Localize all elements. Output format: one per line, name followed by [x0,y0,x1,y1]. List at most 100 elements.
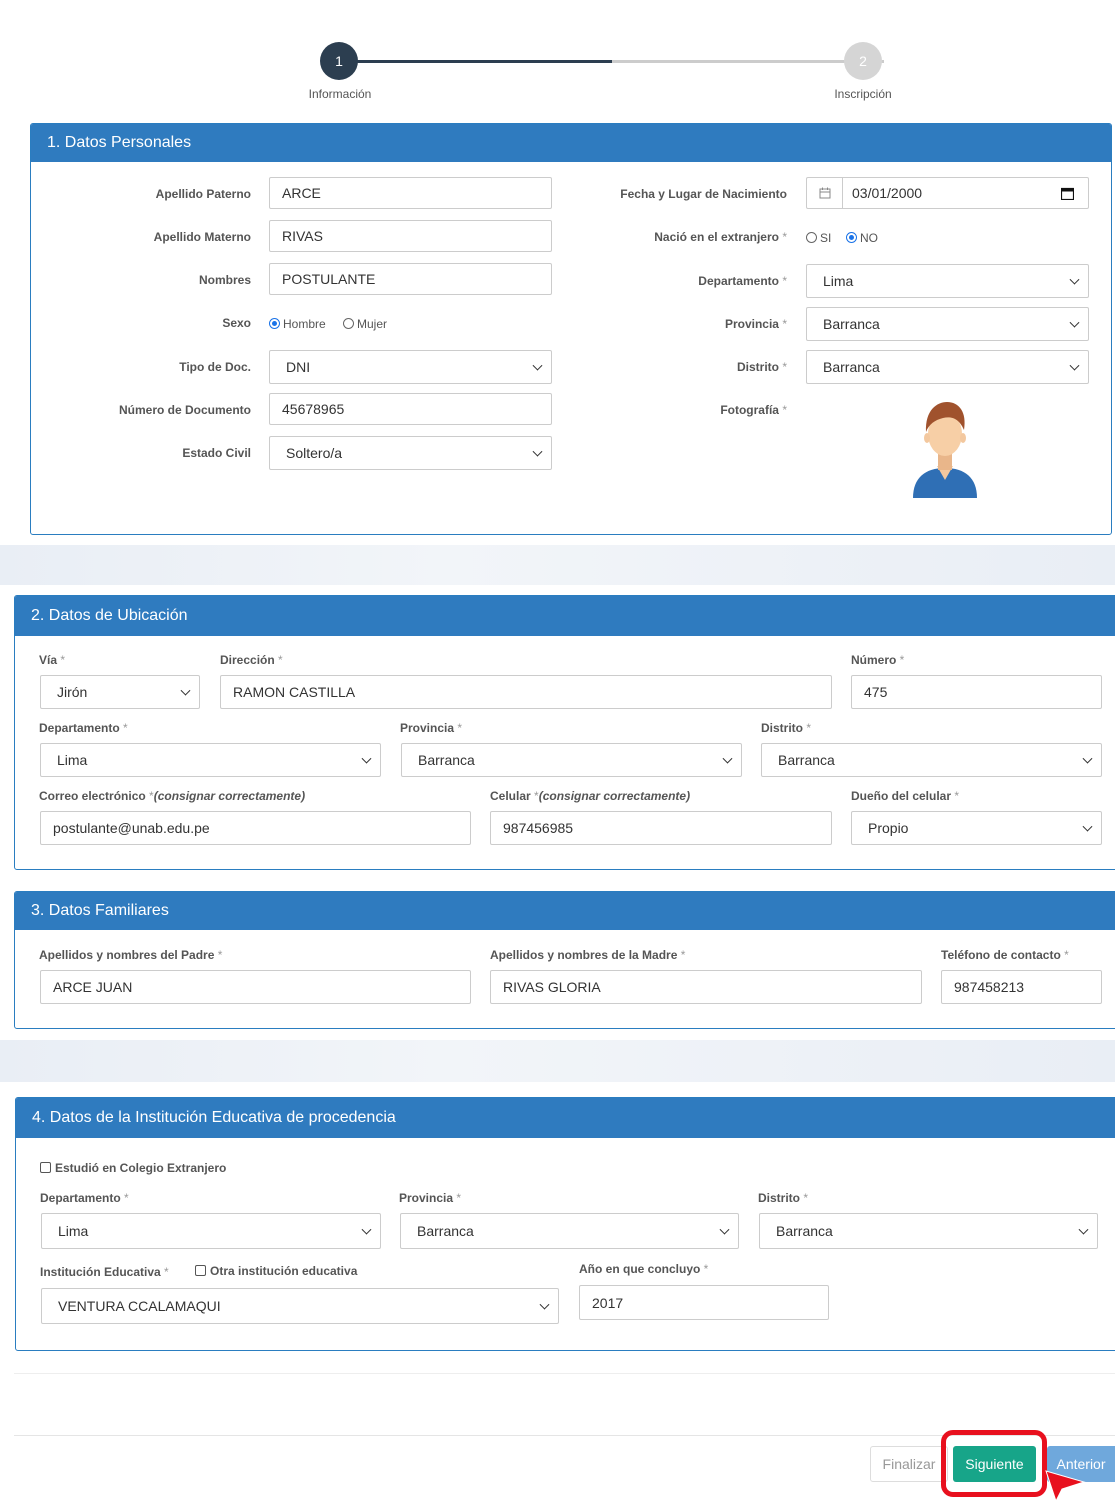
departamento-label-text: Departamento [698,274,779,288]
ub-departamento-select[interactable]: Lima [40,743,381,777]
direccion-value: RAMON CASTILLA [233,684,356,700]
fotografia-label: Fotografía * [720,403,787,417]
numero-label: Número * [851,653,905,667]
date-picker-icon[interactable] [1060,187,1075,203]
madre-value: RIVAS GLORIA [503,979,601,995]
finalizar-label: Finalizar [882,1456,936,1472]
telefono-input[interactable]: 987458213 [941,970,1102,1004]
correo-input[interactable]: postulante@unab.edu.pe [40,811,471,845]
dueno-select[interactable]: Propio [851,811,1102,845]
background-band [0,545,1115,585]
chevron-down-icon [722,753,733,764]
via-select[interactable]: Jirón [40,675,200,709]
colegio-extranjero-label: Estudió en Colegio Extranjero [55,1161,227,1175]
padre-input[interactable]: ARCE JUAN [40,970,471,1004]
chevron-down-icon [539,1299,550,1310]
extranjero-option-no[interactable]: NO [846,231,878,245]
chevron-down-icon [1082,753,1093,764]
numero-value: 475 [864,684,888,700]
provincia-select[interactable]: Barranca [806,307,1089,341]
via-value: Jirón [57,684,88,700]
fecha-nac-input[interactable]: 03/01/2000 [806,177,1089,209]
ie-label: Institución Educativa * [40,1265,169,1279]
ie-provincia-label-text: Provincia [399,1191,454,1205]
chevron-down-icon [719,1224,730,1235]
ub-provincia-label: Provincia * [400,721,463,735]
ie-departamento-label: Departamento * [40,1191,129,1205]
estado-civil-select[interactable]: Soltero/a [269,436,552,470]
chevron-down-icon [361,753,372,764]
chevron-down-icon [532,360,543,371]
step-2-circle[interactable]: 2 [844,42,882,80]
ie-select[interactable]: VENTURA CCALAMAQUI [41,1288,559,1324]
direccion-label: Dirección * [220,653,283,667]
step-1-circle[interactable]: 1 [320,42,358,80]
sexo-option-mujer-label: Mujer [357,317,388,331]
correo-label: Correo electrónico *(consignar correctam… [39,789,306,803]
direccion-input[interactable]: RAMON CASTILLA [220,675,832,709]
celular-label: Celular *(consignar correctamente) [490,789,691,803]
direccion-label-text: Dirección [220,653,275,667]
checkbox-icon [40,1162,51,1173]
numero-doc-input[interactable]: 45678965 [269,393,552,425]
otra-institucion-checkbox[interactable]: Otra institución educativa [195,1264,357,1278]
ie-departamento-label-text: Departamento [40,1191,121,1205]
colegio-extranjero-checkbox[interactable]: Estudió en Colegio Extranjero [40,1161,226,1175]
chevron-down-icon [1069,274,1080,285]
ie-distrito-select[interactable]: Barranca [759,1213,1098,1249]
via-label-text: Vía [39,653,58,667]
sexo-option-hombre[interactable]: Hombre [269,317,326,331]
radio-unchecked-icon [343,318,354,329]
estado-civil-label: Estado Civil [182,446,251,460]
apellido-paterno-input[interactable]: ARCE [269,177,552,209]
extranjero-option-si[interactable]: SI [806,231,831,245]
extranjero-option-no-label: NO [860,231,878,245]
ub-provincia-select[interactable]: Barranca [401,743,742,777]
correo-label-text: Correo electrónico [39,789,146,803]
apellido-materno-input[interactable]: RIVAS [269,220,552,252]
location-data-header: 2. Datos de Ubicación [15,596,1115,636]
distrito-label-text: Distrito [736,360,779,374]
family-data-title: 3. Datos Familiares [31,902,169,919]
location-data-card: 2. Datos de Ubicación Vía * Jirón Direcc… [14,595,1115,870]
personal-data-card: 1. Datos Personales Apellido Paterno ARC… [30,123,1112,535]
celular-input[interactable]: 987456985 [490,811,832,845]
finalizar-button[interactable]: Finalizar [870,1446,948,1482]
numero-input[interactable]: 475 [851,675,1102,709]
extranjero-label: Nació en el extranjero * [654,230,787,244]
telefono-value: 987458213 [954,979,1025,995]
tipo-doc-label: Tipo de Doc. [179,360,251,374]
ub-distrito-select[interactable]: Barranca [761,743,1102,777]
radio-checked-icon [269,318,280,329]
nombres-value: POSTULANTE [282,271,376,287]
personal-data-title: 1. Datos Personales [47,134,192,151]
madre-input[interactable]: RIVAS GLORIA [490,970,922,1004]
numero-label-text: Número [851,653,897,667]
chevron-down-icon [361,1224,372,1235]
extranjero-option-si-label: SI [820,231,832,245]
ub-departamento-label-text: Departamento [39,721,120,735]
siguiente-label: Siguiente [965,1456,1024,1472]
anio-value: 2017 [592,1294,624,1311]
ub-departamento-value: Lima [57,752,88,768]
telefono-label: Teléfono de contacto * [941,948,1069,962]
avatar[interactable] [909,396,981,502]
radio-checked-icon [846,232,857,243]
sexo-option-mujer[interactable]: Mujer [343,317,387,331]
stepper-line-complete [355,60,612,63]
distrito-select[interactable]: Barranca [806,350,1089,384]
dueno-value: Propio [868,820,909,836]
dueno-label-text: Dueño del celular [851,789,952,803]
tipo-doc-select[interactable]: DNI [269,350,552,384]
departamento-select[interactable]: Lima [806,264,1089,298]
distrito-label: Distrito * [736,360,787,374]
ie-provincia-select[interactable]: Barranca [400,1213,739,1249]
location-data-title: 2. Datos de Ubicación [31,607,188,624]
siguiente-button[interactable]: Siguiente [953,1446,1036,1482]
ie-departamento-select[interactable]: Lima [41,1213,381,1249]
ub-provincia-label-text: Provincia [400,721,455,735]
nombres-input[interactable]: POSTULANTE [269,263,552,295]
anio-input[interactable]: 2017 [579,1285,829,1320]
anio-label-text: Año en que concluyo [579,1262,701,1276]
user-avatar-icon [913,402,977,498]
